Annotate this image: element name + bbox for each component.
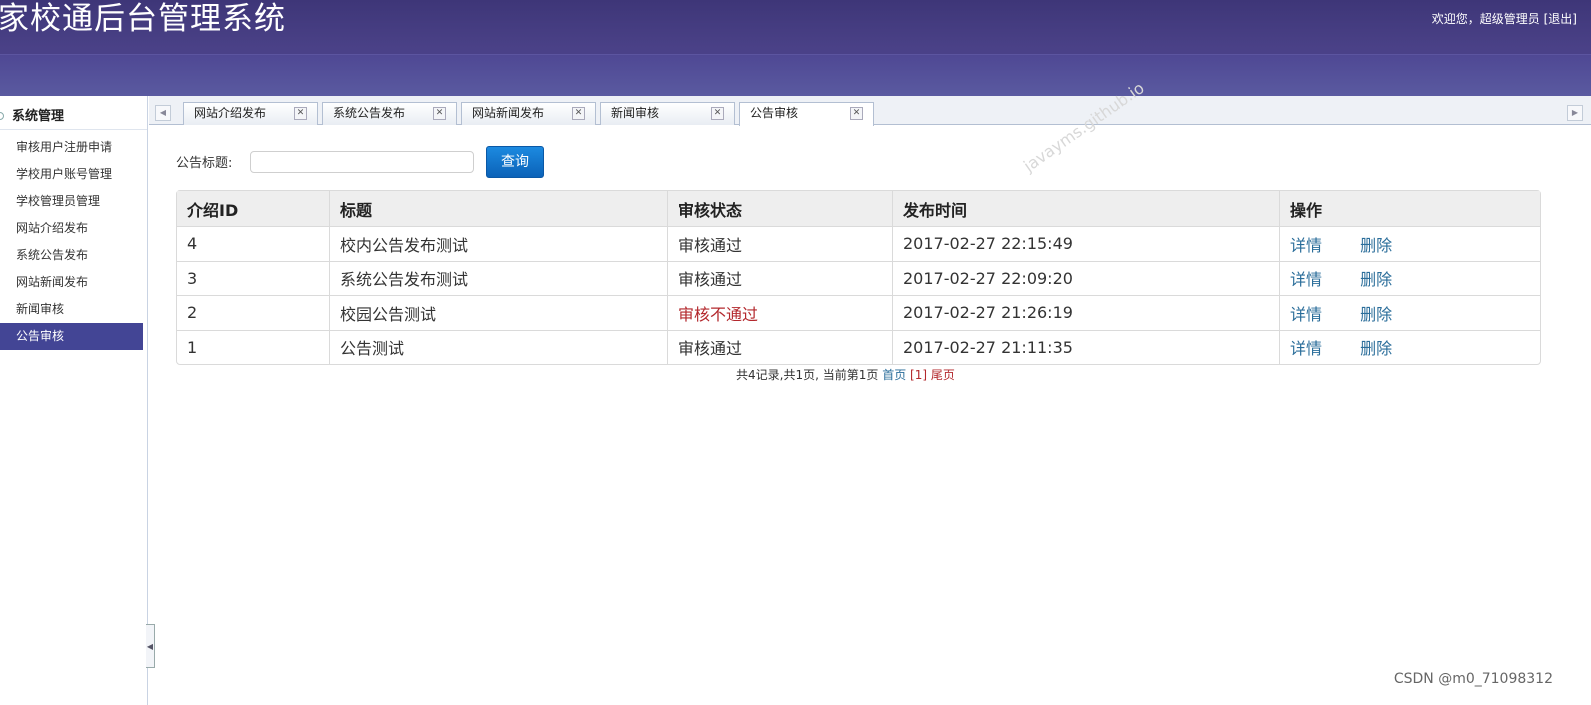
cell-actions: 详情 删除 (1279, 226, 1540, 261)
sidebar: 系统管理 审核用户注册申请 学校用户账号管理 学校管理员管理 网站介绍发布 系统… (0, 96, 148, 705)
tab-site-news[interactable]: 网站新闻发布 ✕ (461, 102, 596, 125)
last-page-link[interactable]: 尾页 (931, 368, 955, 382)
tab-system-notice[interactable]: 系统公告发布 ✕ (322, 102, 457, 125)
tab-scroll-left-icon[interactable]: ◀ (155, 105, 171, 121)
cell-time: 2017-02-27 22:15:49 (892, 226, 1279, 261)
delete-link[interactable]: 删除 (1360, 305, 1392, 324)
cell-title: 校内公告发布测试 (329, 226, 667, 261)
top-header: 家校通后台管理系统 欢迎您，超级管理员 [退出] (0, 0, 1591, 96)
table-row: 2 校园公告测试 审核不通过 2017-02-27 21:26:19 详情 删除 (177, 295, 1540, 330)
cell-id: 1 (177, 329, 329, 365)
cell-time: 2017-02-27 21:26:19 (892, 295, 1279, 330)
first-page-link[interactable]: 首页 (882, 368, 906, 382)
cell-actions: 详情 删除 (1279, 329, 1540, 364)
notice-title-input[interactable] (250, 151, 474, 173)
sidebar-heading[interactable]: 系统管理 (0, 96, 147, 130)
cell-id: 3 (177, 260, 329, 296)
header-band (0, 54, 1591, 96)
sidebar-item-system-notice[interactable]: 系统公告发布 (0, 242, 147, 269)
cell-title: 系统公告发布测试 (329, 260, 667, 295)
pagination: 共4记录,共1页, 当前第1页 首页 [1] 尾页 (736, 366, 955, 383)
sidebar-item-news-review[interactable]: 新闻审核 (0, 296, 147, 323)
detail-link[interactable]: 详情 (1290, 270, 1322, 289)
delete-link[interactable]: 删除 (1360, 236, 1392, 255)
cell-actions: 详情 删除 (1279, 260, 1540, 295)
close-icon[interactable]: ✕ (572, 107, 585, 120)
sidebar-item-school-accounts[interactable]: 学校用户账号管理 (0, 161, 147, 188)
tab-label: 公告审核 (750, 106, 799, 120)
notice-table: 介绍ID 标题 审核状态 发布时间 操作 4 校内公告发布测试 审核通过 201… (176, 190, 1541, 365)
tab-label: 新闻审核 (611, 106, 660, 120)
cell-title: 校园公告测试 (329, 295, 667, 330)
detail-link[interactable]: 详情 (1290, 339, 1322, 358)
column-header-id: 介绍ID (177, 191, 329, 226)
tab-scroll-right-icon[interactable]: ▶ (1567, 105, 1583, 121)
query-button[interactable]: 查询 (486, 146, 544, 178)
tab-site-intro[interactable]: 网站介绍发布 ✕ (183, 102, 318, 125)
sidebar-item-site-intro[interactable]: 网站介绍发布 (0, 215, 147, 242)
sidebar-item-notice-review[interactable]: 公告审核 (0, 323, 143, 350)
cell-title: 公告测试 (329, 329, 667, 364)
table-header-row: 介绍ID 标题 审核状态 发布时间 操作 (177, 191, 1540, 226)
close-icon[interactable]: ✕ (850, 107, 863, 120)
cell-actions: 详情 删除 (1279, 295, 1540, 330)
cell-id: 2 (177, 295, 329, 330)
close-icon[interactable]: ✕ (711, 107, 724, 120)
logout-link[interactable]: [退出] (1544, 12, 1577, 26)
sidebar-heading-label: 系统管理 (12, 109, 65, 124)
current-page: [1] (910, 368, 928, 382)
close-icon[interactable]: ✕ (433, 107, 446, 120)
cell-status: 审核通过 (667, 226, 892, 261)
table-row: 4 校内公告发布测试 审核通过 2017-02-27 22:15:49 详情 删… (177, 226, 1540, 261)
column-header-time: 发布时间 (892, 191, 1279, 226)
sidebar-collapse-handle[interactable]: ◀ (146, 624, 155, 668)
cell-id: 4 (177, 226, 329, 261)
welcome-text: 欢迎您，超级管理员 (1431, 12, 1540, 26)
tab-notice-review[interactable]: 公告审核 ✕ (739, 102, 874, 126)
tab-label: 网站新闻发布 (472, 106, 545, 120)
sidebar-item-school-admins[interactable]: 学校管理员管理 (0, 188, 147, 215)
column-header-status: 审核状态 (667, 191, 892, 226)
sidebar-item-site-news[interactable]: 网站新闻发布 (0, 269, 147, 296)
sidebar-item-user-registration[interactable]: 审核用户注册申请 (0, 134, 147, 161)
detail-link[interactable]: 详情 (1290, 305, 1322, 324)
column-header-title: 标题 (329, 191, 667, 226)
detail-link[interactable]: 详情 (1290, 236, 1322, 255)
table-row: 1 公告测试 审核通过 2017-02-27 21:11:35 详情 删除 (177, 329, 1540, 365)
search-label: 公告标题: (176, 156, 233, 171)
pagination-summary: 共4记录,共1页, 当前第1页 (736, 368, 879, 382)
tab-label: 网站介绍发布 (194, 106, 267, 120)
delete-link[interactable]: 删除 (1360, 270, 1392, 289)
cell-time: 2017-02-27 22:09:20 (892, 260, 1279, 295)
cell-time: 2017-02-27 21:11:35 (892, 329, 1279, 364)
column-header-actions: 操作 (1279, 191, 1540, 226)
tab-news-review[interactable]: 新闻审核 ✕ (600, 102, 735, 125)
cell-status: 审核不通过 (667, 295, 892, 330)
sidebar-menu: 审核用户注册申请 学校用户账号管理 学校管理员管理 网站介绍发布 系统公告发布 … (0, 130, 147, 350)
cell-status: 审核通过 (667, 260, 892, 295)
collapse-circle-icon (0, 112, 4, 120)
delete-link[interactable]: 删除 (1360, 339, 1392, 358)
csdn-credit: CSDN @m0_71098312 (1393, 671, 1553, 687)
table-row: 3 系统公告发布测试 审核通过 2017-02-27 22:09:20 详情 删… (177, 260, 1540, 296)
app-title: 家校通后台管理系统 (0, 1, 286, 37)
close-icon[interactable]: ✕ (294, 107, 307, 120)
tab-bar: ◀ 网站介绍发布 ✕ 系统公告发布 ✕ 网站新闻发布 ✕ 新闻审核 ✕ 公告审核… (149, 96, 1591, 126)
tab-label: 系统公告发布 (333, 106, 406, 120)
user-info: 欢迎您，超级管理员 [退出] (1432, 10, 1577, 27)
cell-status: 审核通过 (667, 329, 892, 364)
